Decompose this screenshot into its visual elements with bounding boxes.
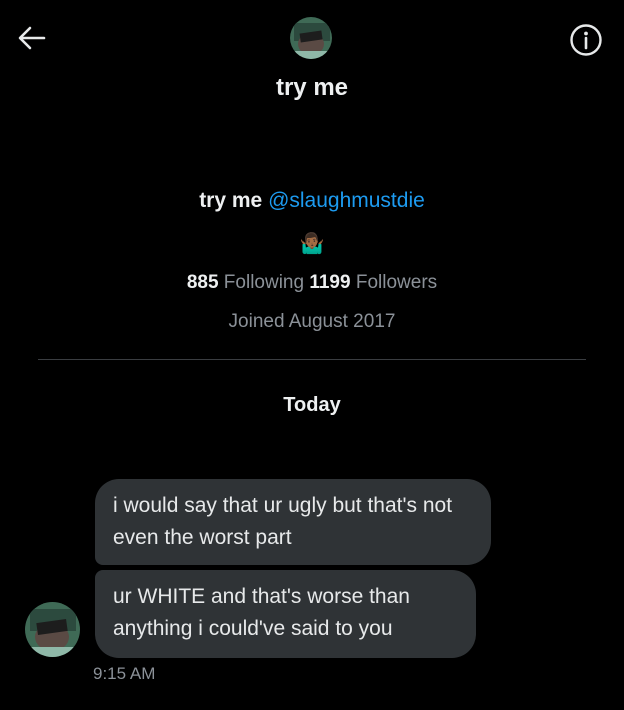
divider bbox=[38, 359, 586, 360]
date-separator: Today bbox=[283, 394, 341, 416]
profile-stats: 885 Following 1199 Followers bbox=[0, 272, 624, 294]
message-bubble[interactable]: ur WHITE and that's worse than anything … bbox=[95, 570, 476, 658]
conversation-title: try me bbox=[275, 74, 349, 101]
avatar-image bbox=[290, 17, 332, 59]
joined-date: Joined August 2017 bbox=[228, 311, 396, 332]
arrow-left-icon bbox=[18, 26, 46, 50]
profile-name-line: try me @slaughmustdie bbox=[0, 189, 624, 213]
profile-handle-link[interactable]: @slaughmustdie bbox=[268, 189, 425, 212]
header-avatar[interactable] bbox=[290, 17, 332, 59]
info-circle-icon bbox=[570, 24, 602, 56]
followers-link[interactable]: 1199 Followers bbox=[309, 272, 437, 293]
profile-name: try me bbox=[199, 189, 263, 212]
following-link[interactable]: 885 Following bbox=[187, 272, 304, 293]
profile-bio: 🤷🏾‍♂️ bbox=[299, 233, 325, 255]
back-button[interactable] bbox=[10, 18, 54, 58]
avatar-image bbox=[25, 602, 80, 657]
sender-avatar[interactable] bbox=[25, 602, 80, 657]
followers-label: Followers bbox=[355, 272, 438, 293]
following-label: Following bbox=[223, 272, 305, 293]
following-count: 885 bbox=[186, 272, 219, 293]
followers-count: 1199 bbox=[309, 272, 351, 293]
info-button[interactable] bbox=[566, 20, 606, 60]
message-timestamp: 9:15 AM bbox=[93, 664, 156, 683]
message-bubble[interactable]: i would say that ur ugly but that's not … bbox=[95, 479, 491, 565]
